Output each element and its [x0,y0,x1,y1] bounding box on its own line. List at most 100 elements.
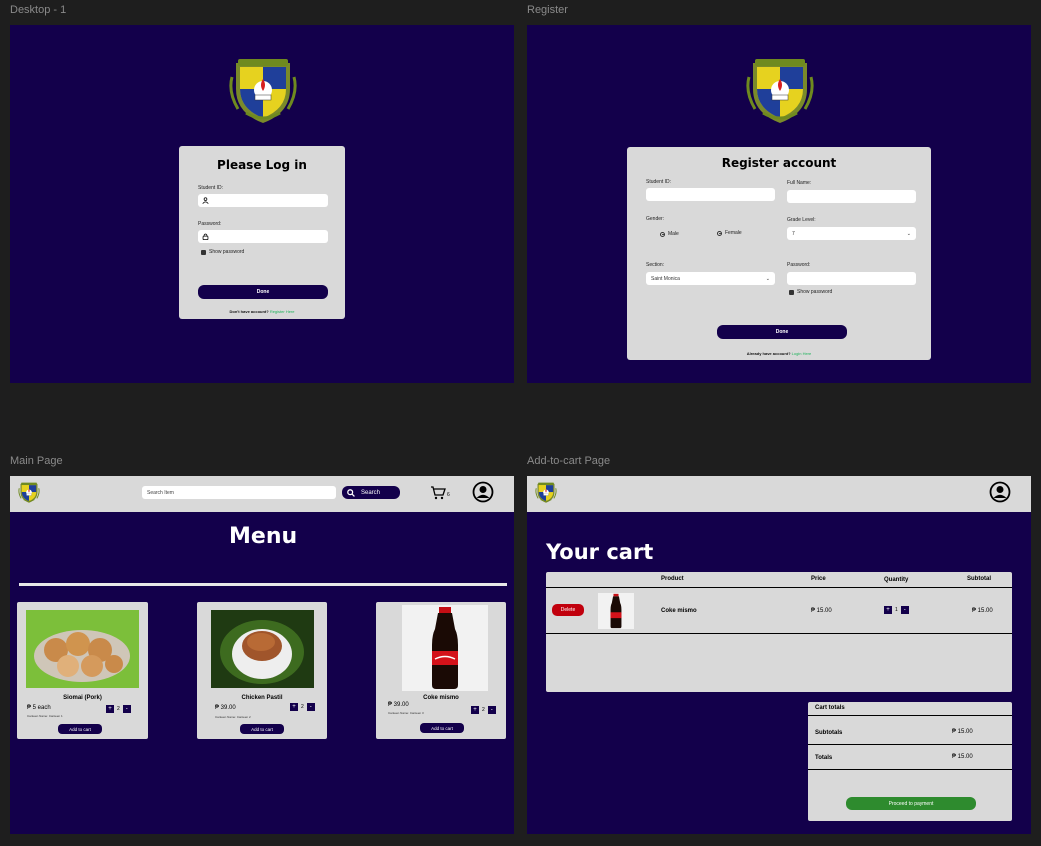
add-to-cart-button[interactable]: Add to cart [58,724,102,734]
proceed-to-payment-button[interactable]: Proceed to payment [846,797,976,810]
school-seal-icon [745,57,815,127]
student-id-input[interactable] [198,194,328,207]
delete-button[interactable]: Delete [552,604,584,616]
subtotals-value: ₱ 15.00 [952,729,973,735]
frame-label-main: Main Page [10,455,63,467]
profile-icon[interactable] [472,481,494,503]
gender-label: Gender: [646,216,665,222]
grade-level-label: Grade Level: [787,217,816,223]
login-done-button[interactable]: Done [198,285,328,299]
profile-icon[interactable] [989,481,1011,503]
cart-button[interactable]: 6 [430,486,450,500]
product-canteen: Canteen Name: Canteen 3 [388,711,424,715]
main-header: Search Item Search 6 [10,476,514,512]
grade-level-select[interactable]: 7 ⌄ [787,227,916,240]
decrement-button[interactable]: - [487,706,496,714]
product-price: ₱ 39.00 [215,705,236,711]
main-page-frame: Search Item Search 6 Menu Siomai (Pork) … [10,476,514,834]
show-password-toggle[interactable]: Show password [201,249,244,255]
add-to-cart-button[interactable]: Add to cart [240,724,284,734]
table-divider [546,587,1012,588]
menu-divider [19,583,507,586]
register-done-button[interactable]: Done [717,325,847,339]
show-password-toggle[interactable]: Show password [789,289,832,295]
student-id-input[interactable] [646,188,775,201]
table-divider [546,633,1012,634]
register-link[interactable]: Register Here [270,309,295,314]
school-seal-icon[interactable] [18,482,40,504]
subtotals-label: Subtotals [815,730,843,736]
product-name: Siomai (Pork) [63,695,102,701]
product-image [26,610,139,688]
quantity-value: 2 [117,706,120,712]
search-input[interactable]: Search Item [142,486,336,499]
login-prompt: Already have account? Login Here [627,351,931,356]
column-header-subtotal: Subtotal [967,576,991,582]
product-image [402,605,488,691]
full-name-input[interactable] [787,190,916,203]
show-password-label: Show password [209,249,245,255]
checkbox-icon[interactable] [789,289,794,295]
chevron-down-icon: ⌄ [906,230,911,237]
increment-button[interactable]: + [471,706,479,714]
totals-divider [808,744,1012,745]
totals-label: Totals [815,755,833,761]
increment-button[interactable]: + [106,705,114,713]
decrement-button[interactable]: - [900,606,909,614]
password-label: Password: [198,221,222,227]
product-canteen: Canteen Name: Canteen 1 [27,714,63,718]
cart-page-frame: Your cart Product Price Quantity Subtota… [527,476,1031,834]
frame-label-login: Desktop - 1 [10,4,67,16]
full-name-label: Full Name: [787,180,812,186]
quantity-stepper[interactable]: + 2 - [106,705,131,713]
register-prompt: Don't have account? Register Here [179,309,345,314]
password-input[interactable] [198,230,328,243]
student-id-label: Student ID: [646,179,672,185]
male-label: Male [668,231,679,237]
section-select[interactable]: Saint Monica ⌄ [646,272,775,285]
menu-title: Menu [229,524,298,549]
gender-male-radio[interactable]: Male [660,231,679,237]
password-input[interactable] [787,272,916,285]
login-card: Please Log in Student ID: Password: Show… [179,146,345,319]
increment-button[interactable]: + [884,606,892,614]
login-prompt-text: Already have account? [746,351,791,356]
school-seal-icon [228,57,298,127]
cart-totals-title: Cart totals [815,705,845,711]
login-frame: Please Log in Student ID: Password: Show… [10,25,514,383]
product-card: Siomai (Pork) ₱ 5 each Canteen Name: Can… [17,602,148,739]
decrement-button[interactable]: - [306,703,315,711]
section-value: Saint Monica [651,275,680,282]
checkbox-icon[interactable] [201,249,206,255]
totals-divider [808,769,1012,770]
cart-header [527,476,1031,512]
grade-level-value: 7 [792,230,795,237]
quantity-stepper[interactable]: + 2 - [471,706,496,714]
product-card: Chicken Pastil ₱ 39.00 Canteen Name: Can… [197,602,327,739]
cart-item-subtotal: ₱ 15.00 [972,608,993,614]
search-button-label: Search [361,489,381,496]
lock-icon [202,233,209,240]
quantity-stepper[interactable]: + 1 - [884,606,909,614]
school-seal-icon[interactable] [535,482,557,504]
column-header-price: Price [811,576,826,582]
add-to-cart-button[interactable]: Add to cart [420,723,464,733]
register-frame: Register account Student ID: Full Name: … [527,25,1031,383]
cart-table: Product Price Quantity Subtotal Delete C… [546,572,1012,692]
product-name: Chicken Pastil [241,695,283,701]
search-button[interactable]: Search [342,486,400,499]
cart-count: 6 [447,492,450,498]
register-prompt-text: Don't have account? [229,309,269,314]
cart-totals-panel: Cart totals Subtotals ₱ 15.00 Totals ₱ 1… [808,702,1012,821]
decrement-button[interactable]: - [122,705,131,713]
column-header-product: Product [661,576,684,582]
quantity-stepper[interactable]: + 2 - [290,703,315,711]
login-link[interactable]: Login Here [792,351,812,356]
totals-value: ₱ 15.00 [952,754,973,760]
gender-female-radio[interactable]: Female [717,230,742,236]
product-card: Coke mismo ₱ 39.00 Canteen Name: Canteen… [376,602,506,739]
increment-button[interactable]: + [290,703,298,711]
product-thumbnail [598,593,634,629]
chevron-down-icon: ⌄ [765,275,770,282]
frame-label-register: Register [527,4,568,16]
